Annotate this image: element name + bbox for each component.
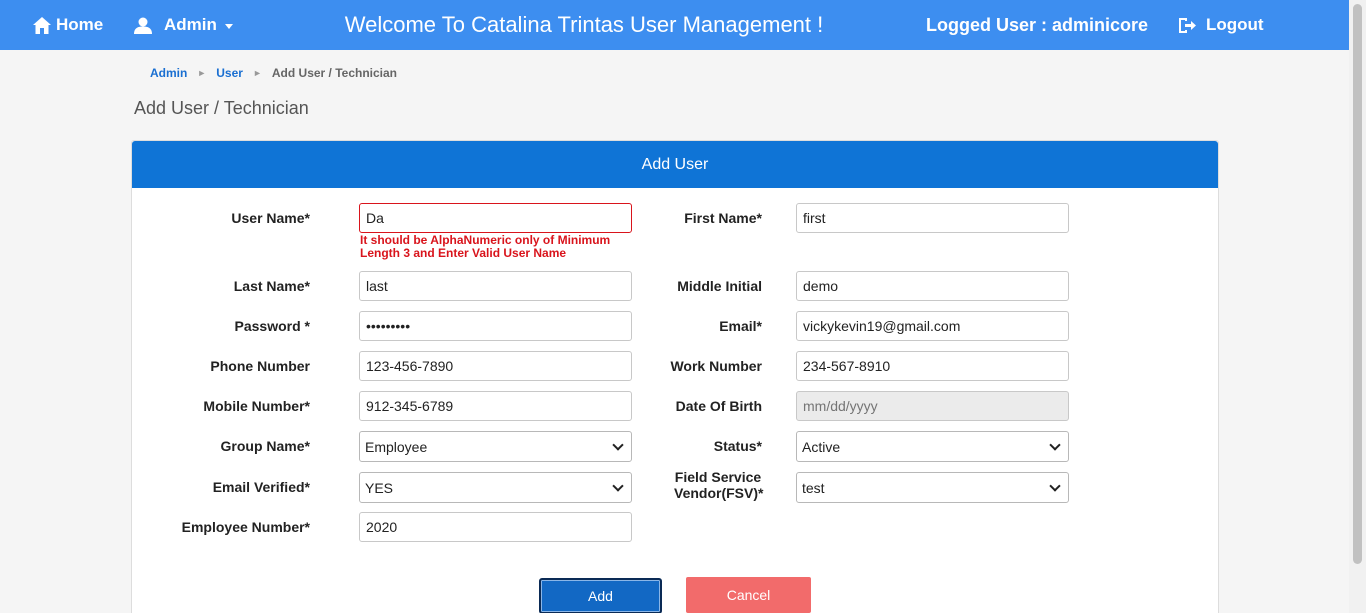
- email-input[interactable]: [796, 311, 1069, 341]
- breadcrumb-current: Add User / Technician: [271, 66, 398, 80]
- work-number-label: Work Number: [670, 358, 762, 374]
- email-verified-value: YES: [365, 479, 394, 496]
- breadcrumb-separator-icon: ►: [252, 68, 262, 78]
- email-verified-label: Email Verified*: [212, 479, 310, 495]
- chevron-down-icon: [224, 23, 233, 29]
- nav-admin-dropdown[interactable]: Admin: [134, 0, 233, 50]
- group-name-select[interactable]: Employee: [359, 431, 632, 462]
- employee-number-label: Employee Number*: [181, 519, 310, 535]
- fsv-label: Field Service Vendor(FSV)*: [622, 469, 764, 501]
- home-icon: [33, 16, 51, 34]
- breadcrumb-user[interactable]: User: [216, 66, 243, 80]
- cancel-button[interactable]: Cancel: [686, 577, 811, 613]
- nav-logout-label: Logout: [1206, 15, 1264, 34]
- middle-initial-label: Middle Initial: [677, 278, 762, 294]
- user-name-input[interactable]: [359, 203, 632, 233]
- email-verified-select[interactable]: YES: [359, 472, 632, 503]
- fsv-label-line1: Field Service: [674, 469, 762, 485]
- password-input[interactable]: [359, 311, 632, 341]
- middle-initial-input[interactable]: [796, 271, 1069, 301]
- fsv-select[interactable]: test: [796, 472, 1069, 503]
- status-value: Active: [802, 438, 841, 455]
- logout-icon: [1179, 17, 1196, 33]
- page-scrollbar[interactable]: [1349, 0, 1366, 613]
- scrollbar-thumb[interactable]: [1353, 4, 1362, 564]
- work-number-input[interactable]: [796, 351, 1069, 381]
- status-label: Status*: [713, 438, 762, 454]
- top-navbar: Welcome To Catalina Trintas User Managem…: [0, 0, 1366, 50]
- nav-admin-label: Admin: [164, 15, 217, 34]
- first-name-label: First Name*: [684, 210, 762, 226]
- chevron-down-icon: [1049, 479, 1061, 492]
- mobile-number-input[interactable]: [359, 391, 632, 421]
- password-label: Password *: [234, 318, 310, 334]
- user-name-error: It should be AlphaNumeric only of Minimu…: [360, 233, 611, 260]
- group-name-value: Employee: [365, 438, 428, 455]
- phone-number-input[interactable]: [359, 351, 632, 381]
- date-of-birth-input[interactable]: [796, 391, 1069, 421]
- status-select[interactable]: Active: [796, 431, 1069, 462]
- user-icon: [134, 17, 152, 34]
- add-button[interactable]: Add: [539, 578, 662, 613]
- phone-number-label: Phone Number: [210, 358, 310, 374]
- breadcrumb-admin[interactable]: Admin: [150, 66, 187, 80]
- nav-home-label: Home: [56, 15, 104, 34]
- page-title: Add User / Technician: [134, 98, 309, 118]
- breadcrumb: Admin ► User ► Add User / Technician: [138, 60, 409, 86]
- breadcrumb-separator-icon: ►: [197, 68, 207, 78]
- card-header: Add User: [132, 141, 1218, 188]
- fsv-label-line2: Vendor(FSV)*: [674, 485, 764, 501]
- chevron-down-icon: [1049, 438, 1061, 451]
- date-of-birth-label: Date Of Birth: [675, 398, 762, 414]
- fsv-value: test: [802, 479, 825, 496]
- first-name-input[interactable]: [796, 203, 1069, 233]
- logged-user-text: Logged User : adminicore: [926, 14, 1149, 35]
- mobile-number-label: Mobile Number*: [203, 398, 310, 414]
- user-name-label: User Name*: [231, 210, 310, 226]
- nav-home-link[interactable]: Home: [33, 0, 103, 50]
- last-name-label: Last Name*: [233, 278, 310, 294]
- group-name-label: Group Name*: [220, 438, 310, 454]
- nav-logout-link[interactable]: Logout: [1177, 0, 1264, 50]
- employee-number-input[interactable]: [359, 512, 632, 542]
- email-label: Email*: [719, 318, 762, 334]
- last-name-input[interactable]: [359, 271, 632, 301]
